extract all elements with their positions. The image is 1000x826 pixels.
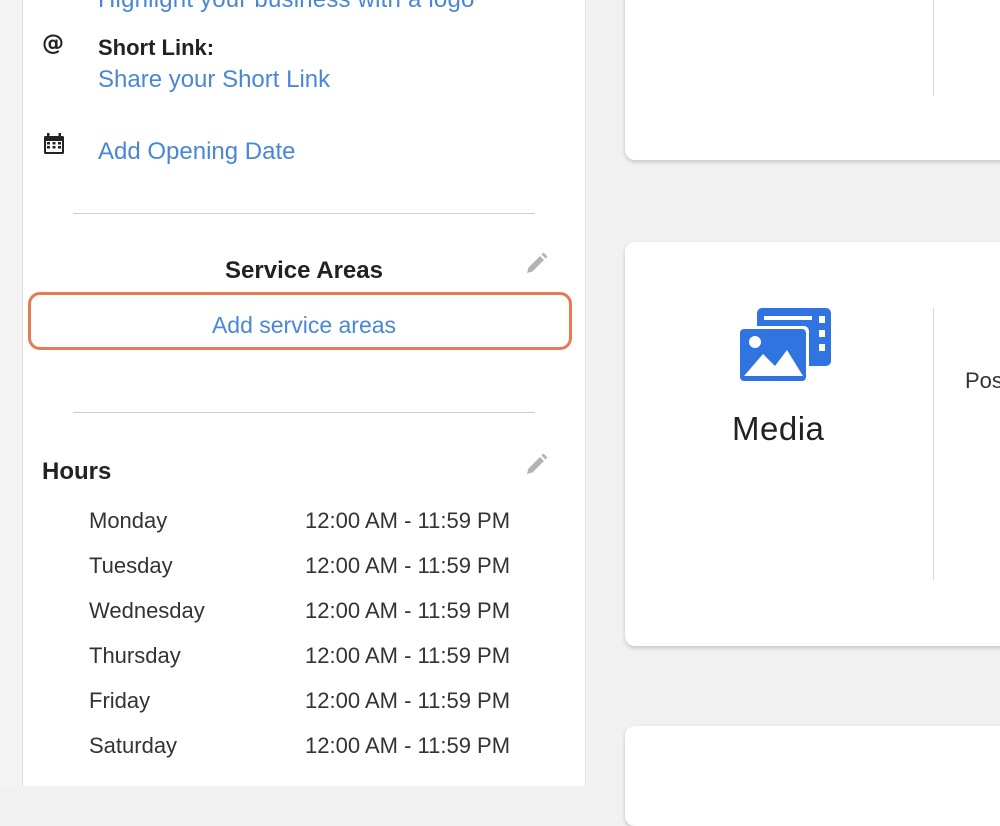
add-service-areas-link[interactable]: Add service areas xyxy=(23,312,585,339)
hours-time: 12:00 AM - 11:59 PM xyxy=(305,598,511,623)
hours-day: Friday xyxy=(89,688,151,713)
top-card[interactable] xyxy=(625,0,1000,160)
logo-link[interactable]: Highlight your business with a logo xyxy=(98,0,475,14)
hours-time: 12:00 AM - 11:59 PM xyxy=(305,553,511,578)
service-areas-title: Service Areas xyxy=(225,257,383,284)
business-info-panel: Highlight your business with a logo @ Sh… xyxy=(23,0,586,786)
hours-row: Thursday 12:00 AM - 11:59 PM xyxy=(89,641,559,686)
hours-row: Monday 12:00 AM - 11:59 PM xyxy=(89,506,559,551)
edit-service-areas-pencil-icon[interactable] xyxy=(523,251,549,277)
hours-row: Friday 12:00 AM - 11:59 PM xyxy=(89,686,559,731)
media-card[interactable]: Media Pos xyxy=(625,242,1000,646)
hours-time: 12:00 AM - 11:59 PM xyxy=(305,508,511,533)
hours-time: 12:00 AM - 11:59 PM xyxy=(305,733,511,758)
hours-row: Tuesday 12:00 AM - 11:59 PM xyxy=(89,551,559,596)
card-separator xyxy=(933,308,934,580)
divider xyxy=(73,412,535,413)
edit-hours-pencil-icon[interactable] xyxy=(523,452,549,478)
calendar-icon xyxy=(41,131,67,157)
card-separator xyxy=(933,0,934,96)
media-side-text: Pos xyxy=(965,368,1000,393)
share-short-link[interactable]: Share your Short Link xyxy=(98,66,330,94)
short-link-label: Short Link: xyxy=(98,35,215,60)
hours-time: 12:00 AM - 11:59 PM xyxy=(305,688,511,713)
media-label: Media xyxy=(732,410,825,447)
hours-day: Monday xyxy=(89,508,168,533)
hours-day: Wednesday xyxy=(89,598,205,623)
hours-day: Thursday xyxy=(89,643,181,668)
add-opening-date-link[interactable]: Add Opening Date xyxy=(98,138,295,166)
hours-time: 12:00 AM - 11:59 PM xyxy=(305,643,511,668)
divider xyxy=(73,213,535,214)
hours-list: Monday 12:00 AM - 11:59 PM Tuesday 12:00… xyxy=(89,506,559,776)
hours-row: Saturday 12:00 AM - 11:59 PM xyxy=(89,731,559,776)
at-icon: @ xyxy=(42,30,64,56)
hours-day: Saturday xyxy=(89,733,178,758)
hours-title: Hours xyxy=(42,458,112,485)
bottom-card[interactable] xyxy=(625,726,1000,826)
window-edge xyxy=(0,0,23,786)
media-icon xyxy=(735,306,835,388)
hours-day: Tuesday xyxy=(89,553,173,578)
hours-row: Wednesday 12:00 AM - 11:59 PM xyxy=(89,596,559,641)
